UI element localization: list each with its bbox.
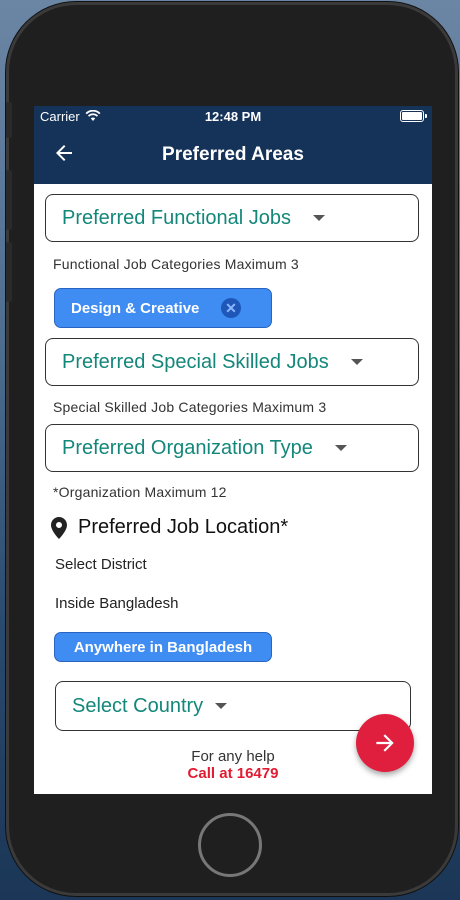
organization-hint: *Organization Maximum 12 [53, 484, 227, 500]
chip-anywhere-in-bangladesh[interactable]: Anywhere in Bangladesh [54, 632, 272, 662]
functional-jobs-label: Preferred Functional Jobs [62, 206, 292, 229]
volume-down-button [6, 242, 12, 302]
functional-jobs-hint: Functional Job Categories Maximum 3 [53, 256, 299, 272]
status-bar: Carrier 12:48 PM [34, 106, 432, 126]
job-location-heading: Preferred Job Location* [50, 516, 288, 539]
job-location-title: Preferred Job Location* [78, 516, 289, 538]
caret-down-icon [215, 703, 228, 709]
special-skilled-jobs-hint: Special Skilled Job Categories Maximum 3 [53, 399, 327, 415]
app-bar: Preferred Areas [34, 126, 432, 184]
page-title: Preferred Areas [162, 144, 304, 165]
caret-down-icon [313, 215, 326, 221]
wifi-icon [85, 110, 101, 121]
volume-up-button [6, 170, 12, 230]
app-screen: Carrier 12:48 PM Preferred Areas Preferr… [34, 106, 432, 794]
functional-jobs-dropdown[interactable]: Preferred Functional Jobs [45, 194, 419, 242]
caret-down-icon [334, 445, 347, 451]
mute-switch [6, 102, 12, 138]
select-country-label: Select Country [72, 694, 204, 717]
organization-type-label: Preferred Organization Type [62, 436, 313, 459]
chip-design-creative: Design & Creative ✕ [54, 288, 272, 328]
select-country-dropdown[interactable]: Select Country [55, 681, 411, 731]
battery-icon [400, 110, 427, 122]
carrier-label: Carrier [40, 108, 80, 124]
special-skilled-jobs-label: Preferred Special Skilled Jobs [62, 350, 329, 373]
location-pin-icon [51, 516, 67, 539]
inside-bangladesh-label: Inside Bangladesh [55, 595, 179, 612]
home-button[interactable] [198, 813, 262, 877]
organization-type-dropdown[interactable]: Preferred Organization Type [45, 424, 419, 472]
chip-label: Anywhere in Bangladesh [73, 638, 253, 656]
arrow-left-icon[interactable] [52, 141, 76, 165]
arrow-right-icon [376, 734, 394, 752]
caret-down-icon [350, 359, 363, 365]
remove-chip-icon[interactable]: ✕ [221, 298, 241, 318]
special-skilled-jobs-dropdown[interactable]: Preferred Special Skilled Jobs [45, 338, 419, 386]
chip-label: Design & Creative [71, 299, 200, 317]
next-button[interactable] [356, 714, 414, 772]
select-district-link[interactable]: Select District [55, 556, 147, 573]
